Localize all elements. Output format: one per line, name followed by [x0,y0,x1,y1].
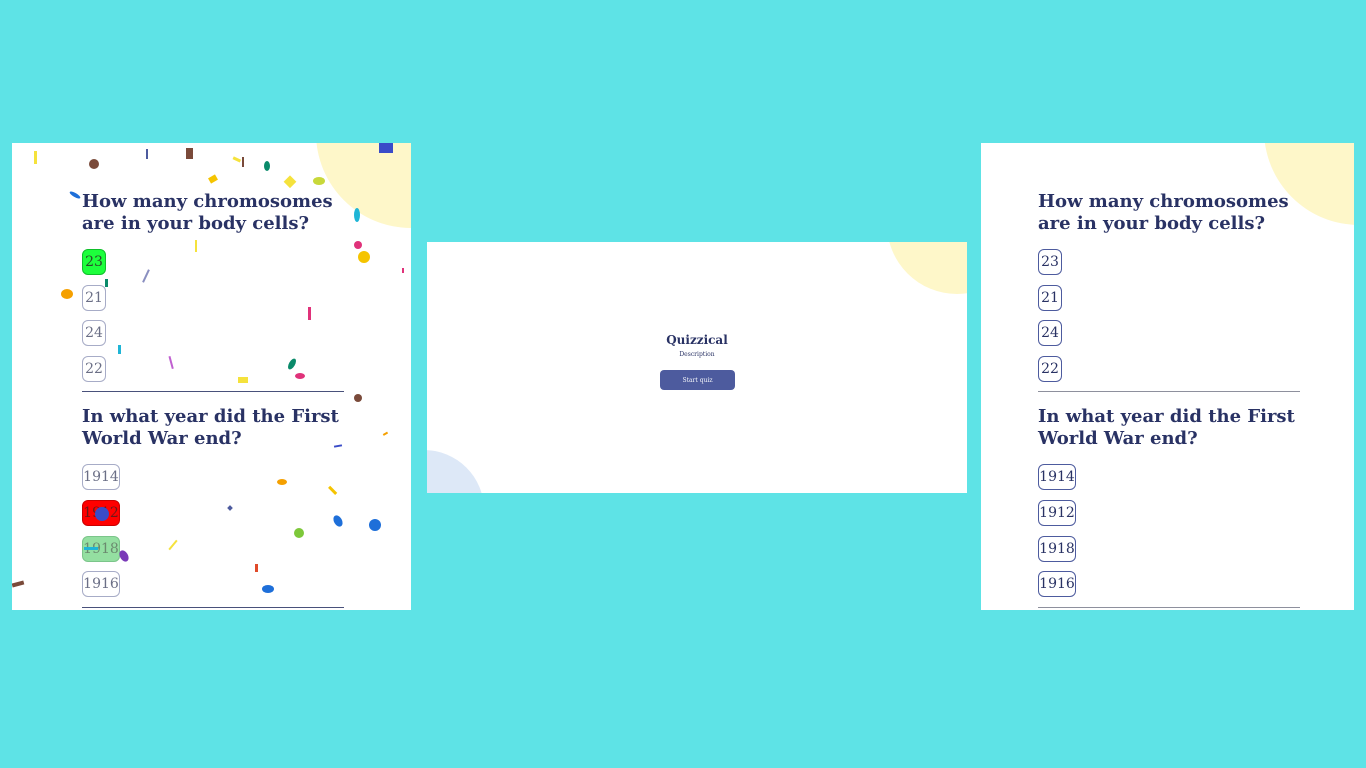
answer-option[interactable]: 21 [82,284,106,311]
answer-option[interactable]: 1914 [1038,464,1076,491]
question-text: In what year did the First World War end… [82,406,339,450]
answer-options: 1914 1912 1918 1916 [82,464,344,598]
answer-option[interactable]: 23 [1038,249,1062,275]
app-title: Quizzical [666,333,728,347]
answer-options: 1914 1912 1918 1916 [1038,464,1300,598]
answer-options: 23 21 24 22 [1038,249,1300,382]
question-list: How many chromosomes are in your body ce… [82,191,344,610]
app-description: Description [679,351,715,358]
decorative-blob-yellow [887,242,967,294]
answer-option[interactable]: 1916 [1038,571,1076,598]
question-text: How many chromosomes are in your body ce… [82,191,333,234]
start-quiz-button[interactable]: Start quiz [660,370,735,390]
start-screen: Quizzical Description Start quiz [427,242,967,493]
answer-option[interactable]: 21 [1038,284,1062,311]
answer-option[interactable]: 1912 [1038,499,1076,526]
answer-option[interactable]: 22 [1038,355,1062,382]
answer-option-wrong-selected[interactable]: 1912 [82,499,120,526]
quiz-results-screen: How many chromosomes are in your body ce… [12,143,411,610]
question-text: How many chromosomes are in your body ce… [1038,191,1289,234]
question-divider [82,391,344,393]
question-divider [1038,391,1300,393]
question-divider [82,606,344,608]
quiz-screen: How many chromosomes are in your body ce… [981,143,1354,610]
answer-option-correct-revealed[interactable]: 1918 [82,535,120,562]
answer-option[interactable]: 24 [82,320,106,347]
answer-option[interactable]: 1918 [1038,535,1076,562]
answer-option[interactable]: 22 [82,355,106,382]
question-text: In what year did the First World War end… [1038,406,1295,450]
answer-option[interactable]: 1916 [82,571,120,598]
answer-option[interactable]: 1914 [82,464,120,491]
decorative-blob-blue [427,450,484,493]
question-list: How many chromosomes are in your body ce… [1038,191,1300,610]
answer-options: 23 21 24 22 [82,249,344,382]
answer-option-correct-selected[interactable]: 23 [82,249,106,275]
question-divider [1038,606,1300,608]
answer-option[interactable]: 24 [1038,320,1062,347]
